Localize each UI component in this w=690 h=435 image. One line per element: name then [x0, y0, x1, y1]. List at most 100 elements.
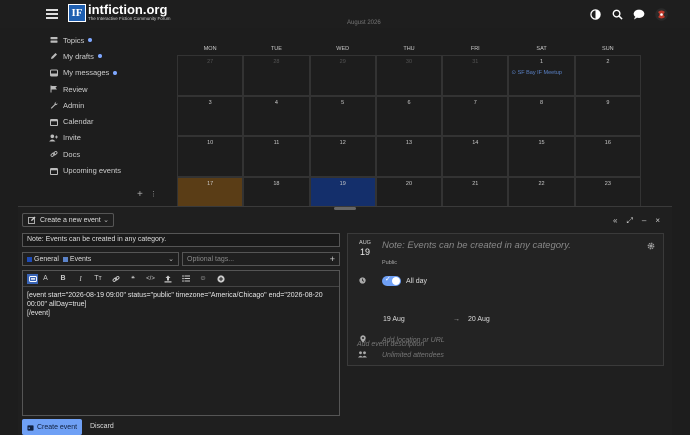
all-day-toggle[interactable]: ✓ — [382, 276, 401, 286]
event-month: AUG — [359, 240, 371, 246]
fullscreen-icon[interactable]: ⤢ — [626, 216, 632, 226]
calendar-event[interactable]: ⊙ SF Bay IF Meetup — [511, 70, 561, 76]
create-event-label: Create event — [36, 423, 78, 431]
day-number: 20 — [405, 180, 413, 187]
calendar-day-cell[interactable]: 2 — [574, 55, 641, 96]
calendar-day-cell[interactable]: 13 — [375, 136, 443, 177]
edit-icon — [28, 216, 36, 224]
calendar-icon — [49, 117, 58, 126]
calendar-day-cell[interactable]: 1 ⊙ SF Bay IF Meetup — [508, 55, 575, 96]
bold-icon[interactable]: B — [58, 274, 68, 284]
sidebar-item-review[interactable]: Review — [44, 81, 164, 97]
calendar-day-cell[interactable]: 15 — [508, 136, 575, 177]
calendar-day-cell[interactable]: 4 — [243, 95, 310, 136]
calendar-day-cell[interactable]: 28 — [243, 55, 310, 96]
add-tag-icon[interactable]: + — [330, 254, 335, 264]
sidebar-item-label: My drafts — [63, 51, 94, 61]
blockquote-icon[interactable]: ❝ — [128, 274, 138, 284]
hamburger-menu-icon[interactable] — [46, 9, 58, 19]
composer-action-dropdown[interactable]: Create a new event ⌄ — [22, 213, 114, 227]
sidebar-item-my-messages[interactable]: My messages — [44, 65, 164, 81]
user-plus-icon — [49, 133, 58, 142]
site-logo[interactable]: IF intfiction.org The Interactive Fictio… — [68, 2, 171, 22]
calendar-day-cell[interactable]: 8 — [508, 95, 575, 136]
calendar-grid: 27 28 29 30 31 1 ⊙ SF Bay IF Meetup 2 3 4 5 6 7 8 9 10 1… — [177, 55, 641, 217]
chevron-down-icon: ⌄ — [168, 256, 174, 263]
more-options-icon[interactable] — [216, 274, 226, 284]
sidebar-item-topics[interactable]: Topics — [44, 32, 164, 48]
calendar-day-cell[interactable]: 31 — [442, 55, 509, 96]
sidebar-item-admin[interactable]: Admin — [44, 97, 164, 113]
topic-title-input[interactable]: Note: Events can be created in any categ… — [22, 233, 340, 247]
link-icon[interactable] — [111, 274, 121, 284]
calendar-day-cell[interactable]: 14 — [442, 136, 509, 177]
day-number: 28 — [273, 59, 280, 65]
minimize-icon[interactable]: – — [642, 216, 646, 226]
day-number: 6 — [407, 99, 411, 106]
start-date[interactable]: 19 Aug — [383, 316, 453, 323]
calendar-day-cell[interactable]: 12 — [309, 136, 376, 177]
calendar-day-cell[interactable]: 6 — [375, 95, 443, 136]
sidebar-item-my-drafts[interactable]: My drafts — [44, 48, 164, 64]
gear-icon[interactable] — [647, 242, 655, 252]
sidebar-item-upcoming-events[interactable]: Upcoming events — [44, 162, 164, 178]
add-section-button[interactable]: + — [137, 189, 143, 200]
search-icon[interactable] — [610, 7, 624, 21]
end-date[interactable]: 20 Aug — [468, 316, 490, 323]
calendar-day-cell[interactable]: 5 — [309, 95, 376, 136]
calendar-weekday-header: MON TUE WED THU FRI SAT SUN — [177, 46, 641, 55]
day-number: 9 — [606, 99, 610, 106]
site-header: IF intfiction.org The Interactive Fictio… — [0, 0, 690, 28]
unread-dot — [97, 54, 102, 59]
calendar-day-cell[interactable]: 30 — [375, 55, 443, 96]
day-number: 10 — [207, 140, 214, 146]
code-icon[interactable]: </> — [146, 274, 156, 284]
emoji-icon[interactable]: ☺ — [198, 274, 208, 284]
sidebar-item-docs[interactable]: Docs — [44, 146, 164, 162]
heading-icon[interactable]: Tт — [93, 274, 103, 284]
sidebar-item-label: Topics — [63, 35, 85, 45]
sidebar-item-label: Calendar — [63, 117, 94, 127]
composer-action-label: Create a new event — [40, 216, 101, 224]
arrow-right-icon: → — [453, 316, 460, 323]
collapse-icon[interactable]: « — [613, 216, 617, 226]
sidebar-item-label: Upcoming events — [63, 166, 121, 176]
calendar-day-cell[interactable]: 3 — [177, 95, 244, 136]
category-selector[interactable]: General Events ⌄ — [22, 252, 179, 266]
calendar-day-cell[interactable]: 10 — [177, 136, 244, 177]
format-text-icon[interactable]: A — [41, 274, 51, 284]
discard-button[interactable]: Discard — [90, 419, 114, 435]
logo-title: intfiction.org — [88, 2, 168, 17]
event-title: Note: Events can be created in any categ… — [382, 240, 571, 251]
calendar-day-cell[interactable]: 7 — [442, 95, 509, 136]
attendees-row[interactable]: Unlimited attendees — [358, 351, 444, 360]
calendar-day-cell[interactable]: 16 — [574, 136, 641, 177]
editor-content[interactable]: [event start="2026-08-19 09:00" status="… — [23, 287, 339, 323]
sidebar-item-calendar[interactable]: Calendar — [44, 113, 164, 129]
sidebar-item-invite[interactable]: Invite — [44, 130, 164, 146]
all-day-row: ✓ All day — [358, 276, 427, 286]
rich-text-toggle-icon[interactable] — [27, 273, 38, 284]
chat-icon[interactable] — [632, 7, 646, 21]
avatar[interactable] — [654, 7, 668, 21]
sidebar-item-label: Invite — [63, 133, 81, 143]
logo-subtitle: The Interactive Fiction Community Forum — [88, 16, 171, 21]
post-editor[interactable]: A B I Tт ❝ </> ☺ [event start="2026-08-1… — [22, 270, 340, 416]
day-number: 14 — [472, 140, 479, 146]
theme-toggle-icon[interactable] — [588, 7, 602, 21]
upload-icon[interactable] — [163, 274, 173, 284]
calendar-day-cell[interactable]: 27 — [177, 55, 244, 96]
composer-resize-grip[interactable] — [334, 207, 356, 210]
create-event-button[interactable]: Create event — [22, 419, 82, 435]
sidebar-more-button[interactable]: ⋮ — [150, 190, 157, 198]
close-icon[interactable]: × — [655, 216, 660, 226]
calendar-day-cell[interactable]: 29 — [309, 55, 376, 96]
italic-icon[interactable]: I — [76, 274, 86, 284]
calendar-day-cell[interactable]: 11 — [243, 136, 310, 177]
calendar-day-cell[interactable]: 9 — [574, 95, 641, 136]
event-description-placeholder[interactable]: Add event description — [357, 341, 424, 348]
tags-input[interactable]: Optional tags... + — [182, 252, 340, 266]
calendar-icon — [49, 166, 58, 175]
bullet-list-icon[interactable] — [181, 274, 191, 284]
editor-toolbar: A B I Tт ❝ </> ☺ — [23, 271, 339, 287]
